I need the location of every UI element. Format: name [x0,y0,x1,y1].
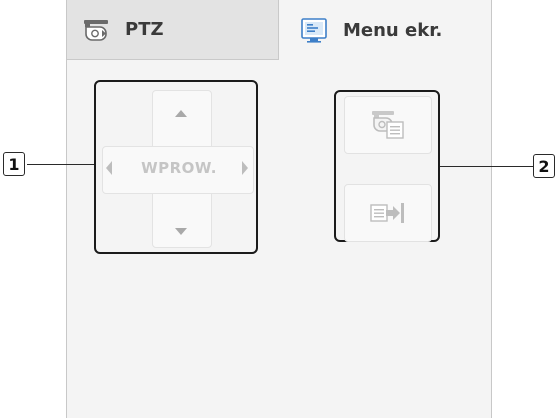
down-arrow-icon[interactable] [175,228,187,235]
dpad-group: WPROW. [94,80,258,254]
up-arrow-icon[interactable] [175,110,187,117]
callout-line-2 [440,166,533,167]
right-arrow-icon[interactable] [242,161,248,175]
enter-button[interactable]: WPROW. [120,159,238,177]
ptz-camera-icon [84,19,108,41]
tab-menu-label: Menu ekr. [343,19,443,41]
callout-badge-1: 1 [3,152,25,176]
left-arrow-icon[interactable] [106,161,112,175]
callout-badge-2: 2 [533,154,555,178]
tab-ptz[interactable]: PTZ [67,0,279,60]
callout-line-1 [27,164,94,165]
camera-menu-button[interactable] [344,96,432,154]
tab-bar: PTZ Menu ekr. [67,0,491,60]
tab-ptz-label: PTZ [125,19,164,40]
osd-menu-icon [301,18,327,43]
camera-menu-icon [372,111,404,139]
menu-buttons-group [334,90,440,242]
exit-menu-button[interactable] [344,184,432,242]
exit-menu-icon [370,203,404,223]
tab-menu[interactable]: Menu ekr. [279,0,491,60]
